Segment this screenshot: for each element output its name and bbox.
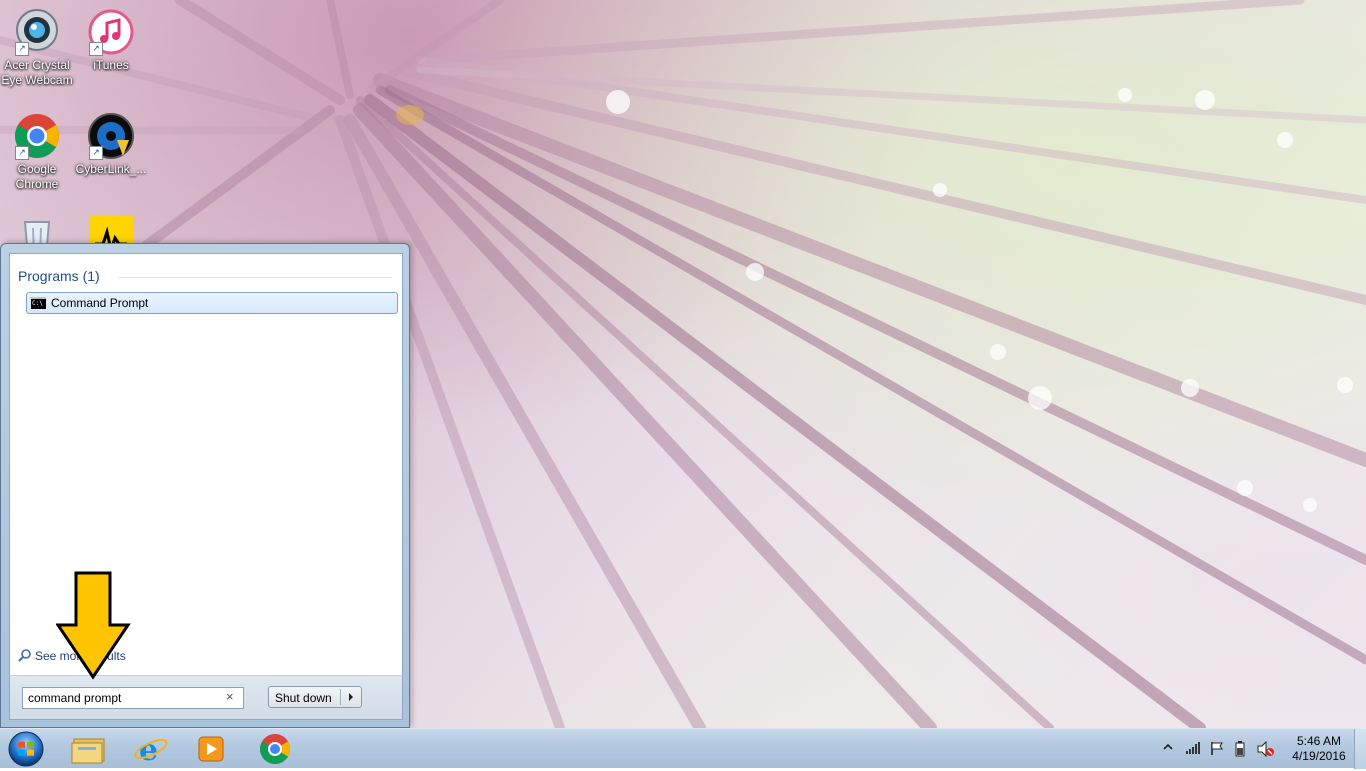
clock-time: 5:46 AM <box>1296 734 1342 748</box>
close-icon[interactable]: × <box>226 689 234 704</box>
cmd-icon: C:\ <box>31 297 46 309</box>
desktop-icon-google-chrome[interactable]: ↗ Google Chrome <box>0 112 74 192</box>
media-player-icon <box>198 736 224 762</box>
shortcut-arrow-icon: ↗ <box>15 146 29 160</box>
desktop-icon-label: iTunes <box>93 58 129 72</box>
desktop-icon-label: CyberLink_... <box>75 162 147 176</box>
internet-explorer-icon: e <box>134 733 168 768</box>
itunes-icon: ↗ <box>87 8 135 56</box>
result-item-command-prompt[interactable]: C:\ Command Prompt <box>26 292 398 314</box>
shutdown-divider <box>340 689 341 705</box>
volume-muted-icon[interactable] <box>1257 740 1275 760</box>
chrome-icon <box>259 734 291 765</box>
webcam-icon: ↗ <box>13 8 61 56</box>
shutdown-label: Shut down <box>275 691 332 705</box>
taskbar-media-player[interactable] <box>189 731 233 767</box>
shutdown-options-arrow-icon[interactable] <box>349 693 353 701</box>
shutdown-button[interactable]: Shut down <box>268 686 362 708</box>
programs-section-title: Programs (1) <box>18 268 100 284</box>
cyberlink-icon: ↗ <box>87 112 135 160</box>
shortcut-arrow-icon: ↗ <box>15 42 29 56</box>
show-desktop-button[interactable] <box>1354 729 1366 769</box>
taskbar-google-chrome[interactable] <box>253 731 297 767</box>
desktop-icon-acer-webcam[interactable]: ↗ Acer Crystal Eye Webcam <box>0 8 74 88</box>
search-icon <box>18 649 31 665</box>
taskbar-internet-explorer[interactable]: e <box>129 731 173 768</box>
desktop-icon-label: Google <box>17 162 57 176</box>
signal-icon[interactable] <box>1185 741 1201 758</box>
shortcut-arrow-icon: ↗ <box>89 42 103 56</box>
svg-text:e: e <box>139 733 158 767</box>
desktop-icon-label: Chrome <box>15 177 59 191</box>
taskbar: e 5:46 AM 4/19/2016 <box>0 728 1366 771</box>
section-divider <box>118 277 392 278</box>
start-search-input[interactable] <box>22 687 244 709</box>
chrome-icon: ↗ <box>13 112 61 160</box>
yellow-down-arrow-annotation <box>56 571 131 680</box>
start-menu-bottom-bar: × Shut down <box>9 675 403 720</box>
taskbar-clock[interactable]: 5:46 AM 4/19/2016 <box>1284 734 1354 764</box>
shortcut-arrow-icon: ↗ <box>89 146 103 160</box>
desktop-icon-label: Acer Crystal <box>4 58 70 72</box>
file-explorer-icon <box>71 738 105 764</box>
desktop-icon-cyberlink[interactable]: ↗ CyberLink_... <box>74 112 148 177</box>
desktop-icon-itunes[interactable]: ↗ iTunes <box>74 8 148 73</box>
result-item-label: Command Prompt <box>51 296 149 310</box>
windows-start-orb-icon[interactable] <box>6 730 46 771</box>
desktop-icon-label: Eye Webcam <box>1 73 73 87</box>
clock-date: 4/19/2016 <box>1292 749 1346 763</box>
flag-icon[interactable] <box>1210 741 1224 759</box>
show-hidden-icons-chevron[interactable] <box>1163 741 1173 755</box>
taskbar-file-explorer[interactable] <box>66 731 110 767</box>
battery-icon[interactable] <box>1235 741 1245 760</box>
